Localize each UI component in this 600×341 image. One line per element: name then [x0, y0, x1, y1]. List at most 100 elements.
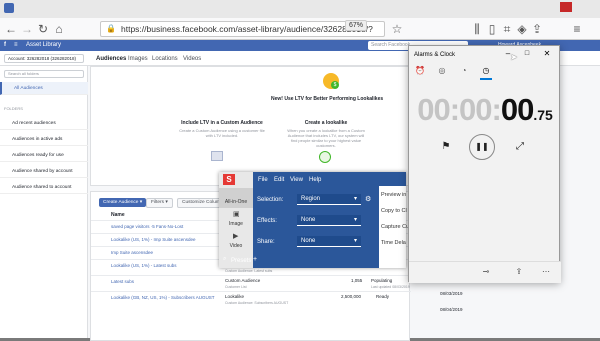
effects-dropdown[interactable]: None ▾ — [297, 215, 361, 226]
alarm-icon[interactable]: ⏰ — [415, 66, 425, 76]
alarms-clock-window: Alarms & Clock – □ ✕ ⏰ ◎ ◔ ◷ 00:00:00.75… — [408, 45, 561, 283]
maximize-icon[interactable]: □ — [522, 49, 532, 59]
tab-images[interactable]: Images — [128, 55, 148, 63]
name-column-header[interactable]: Name — [111, 212, 125, 218]
screenshot-icon[interactable]: ⌗ — [500, 22, 514, 36]
row-name[interactable]: Lookalike (GB, NZ, US, 1%) - Subscribers… — [111, 295, 215, 301]
card2-text: When you create a lookalike from a Custo… — [287, 128, 365, 148]
option-copy[interactable]: Copy to Cl — [381, 208, 407, 215]
menu-icon-fb[interactable]: ≡ — [14, 41, 18, 50]
gear-icon[interactable]: ⚙ — [365, 195, 371, 203]
stopwatch-icon[interactable]: ◷ — [481, 66, 491, 76]
share-icon[interactable]: ⇪ — [512, 266, 526, 278]
row-name[interactable]: Latest subs — [111, 279, 134, 285]
mode-all-in-one[interactable]: All-in-One — [219, 188, 253, 208]
share-icon[interactable]: ⇪ — [530, 22, 544, 36]
row-status: Ready — [376, 294, 390, 299]
sidebar-item-folder[interactable]: Audiences in active ads — [0, 133, 88, 146]
account-selector[interactable]: Account: 326282018 (326282018) — [4, 54, 84, 63]
share-dropdown[interactable]: None ▾ — [297, 236, 361, 247]
presets-label[interactable]: Presets — [231, 257, 251, 265]
row-name[interactable]: Lookalike (US, 1%) - Latest subs — [111, 263, 177, 269]
active-tab-indicator — [480, 78, 492, 80]
bottom-command-bar: ⊸ ⇪ ⋯ — [409, 261, 561, 283]
sidebar-item-folder[interactable]: Audiences ready for use — [0, 149, 88, 162]
world-clock-icon[interactable]: ◎ — [437, 66, 447, 76]
option-preview[interactable]: Preview in — [381, 192, 406, 199]
chevron-down-icon: ▾ — [353, 217, 357, 223]
folders-heading: FOLDERS — [4, 106, 23, 111]
video-camera-icon: ▶ — [233, 233, 239, 240]
menu-view[interactable]: View — [290, 176, 303, 184]
menu-file[interactable]: File — [258, 176, 268, 184]
row-size: 1,055 — [351, 278, 363, 283]
zoom-level[interactable]: 67% — [345, 20, 368, 31]
close-icon[interactable]: ✕ — [542, 49, 552, 59]
row-size: 2,500,000 — [341, 294, 362, 299]
snagit-logo: S — [223, 174, 235, 185]
card1-text: Create a Custom Audience using a custome… — [179, 128, 265, 138]
timer-icon[interactable]: ◔ — [459, 66, 469, 76]
capture-options: Preview in Copy to Cl Capture Cu Time De… — [379, 186, 409, 268]
menu-help[interactable]: Help — [309, 176, 321, 184]
folder-sidebar: Search all folders All Audiences FOLDERS… — [0, 66, 88, 338]
table-row[interactable]: Lookalike (GB, NZ, US, 1%) - Subscribers… — [91, 291, 411, 307]
facebook-tab-icon[interactable] — [4, 3, 14, 13]
lap-flag-icon[interactable]: ⚑ — [439, 140, 453, 154]
sidebar-item-folder[interactable]: Ad recent audiences — [0, 117, 88, 130]
row-name[interactable]: saved page visitors ·5 Fans·No-Lost — [111, 224, 183, 230]
chevron-down-icon: ▾ — [353, 196, 357, 202]
pause-button[interactable]: ❚❚ — [469, 134, 495, 160]
row-name[interactable]: Imp Suite ascensdee — [111, 250, 153, 256]
more-icon[interactable]: ⋯ — [539, 266, 553, 278]
row-date: 08/04/2019 — [440, 307, 463, 312]
library-title: Asset Library — [26, 42, 62, 48]
menu-edit[interactable]: Edit — [274, 176, 284, 184]
card1-title: Include LTV in a Custom Audience — [181, 120, 263, 126]
dollar-icon: $ — [331, 81, 339, 89]
add-preset-icon[interactable]: + — [253, 256, 257, 263]
row-name[interactable]: Lookalike (US, 1%) - Imp Suite ascensdee — [111, 237, 196, 243]
menu-icon[interactable]: ≡ — [570, 22, 584, 36]
promo-headline: New! Use LTV for Better Performing Looka… — [271, 96, 384, 102]
window-title: Alarms & Clock — [414, 52, 456, 58]
sidebar-item-all-audiences[interactable]: All Audiences — [0, 82, 88, 95]
row-status-detail: Last updated 08/03/2019 — [371, 285, 410, 289]
notification-icon[interactable] — [560, 2, 572, 12]
search-icon: ⌕ — [223, 256, 227, 262]
reload-icon[interactable]: ↻ — [36, 22, 50, 36]
snagit-window: S All-in-One Image Video ▣ ▶ File Edit V… — [219, 172, 409, 268]
row-date: 08/03/2019 — [440, 291, 463, 296]
back-icon[interactable]: ← — [4, 22, 18, 36]
row-type-detail: Custom Audience: Latest subs — [225, 269, 273, 273]
sidebar-icon[interactable]: ▯ — [485, 22, 499, 36]
capture-modes: S All-in-One Image Video ▣ ▶ — [219, 172, 253, 268]
tab-videos[interactable]: Videos — [183, 55, 201, 63]
tab-locations[interactable]: Locations — [152, 55, 178, 63]
option-capture-cursor[interactable]: Capture Cu — [381, 224, 409, 231]
table-row[interactable]: Latest subs Custom Audience Customer Lis… — [91, 275, 411, 291]
folder-search-input[interactable]: Search all folders — [4, 70, 84, 78]
bookmark-icon[interactable]: ☆ — [390, 22, 404, 36]
selection-dropdown[interactable]: Region ▾ — [297, 194, 361, 205]
url-bar-row: ← → ↻ ⌂ 🔒 https://business.facebook.com/… — [0, 18, 600, 48]
home-icon[interactable]: ⌂ — [52, 22, 66, 36]
expand-icon[interactable]: ⤢ — [513, 140, 527, 154]
pin-icon[interactable]: ⊸ — [479, 266, 493, 278]
forward-icon[interactable]: → — [20, 22, 34, 36]
sidebar-item-folder[interactable]: Audience shared by account — [0, 165, 88, 178]
filters-button[interactable]: Filters ▾ — [146, 198, 173, 208]
library-icon[interactable]: ⫼ — [470, 22, 484, 36]
selection-label: Selection: — [257, 197, 284, 203]
extension-icon[interactable]: ◈ — [515, 22, 529, 36]
document-icon — [211, 151, 223, 161]
row-type-detail: Customer List — [225, 285, 247, 289]
stopwatch-display: 00:00:00.75 — [417, 92, 553, 127]
create-audience-button[interactable]: Create Audience ▾ — [99, 198, 147, 207]
option-time-delay[interactable]: Time Dela — [381, 240, 406, 247]
tab-strip — [0, 0, 600, 18]
url-field[interactable]: 🔒 https://business.facebook.com/asset-li… — [100, 21, 385, 48]
effects-label: Effects: — [257, 218, 277, 224]
facebook-logo[interactable]: f — [4, 41, 6, 50]
sidebar-item-folder[interactable]: Audience shared to account — [0, 181, 88, 194]
